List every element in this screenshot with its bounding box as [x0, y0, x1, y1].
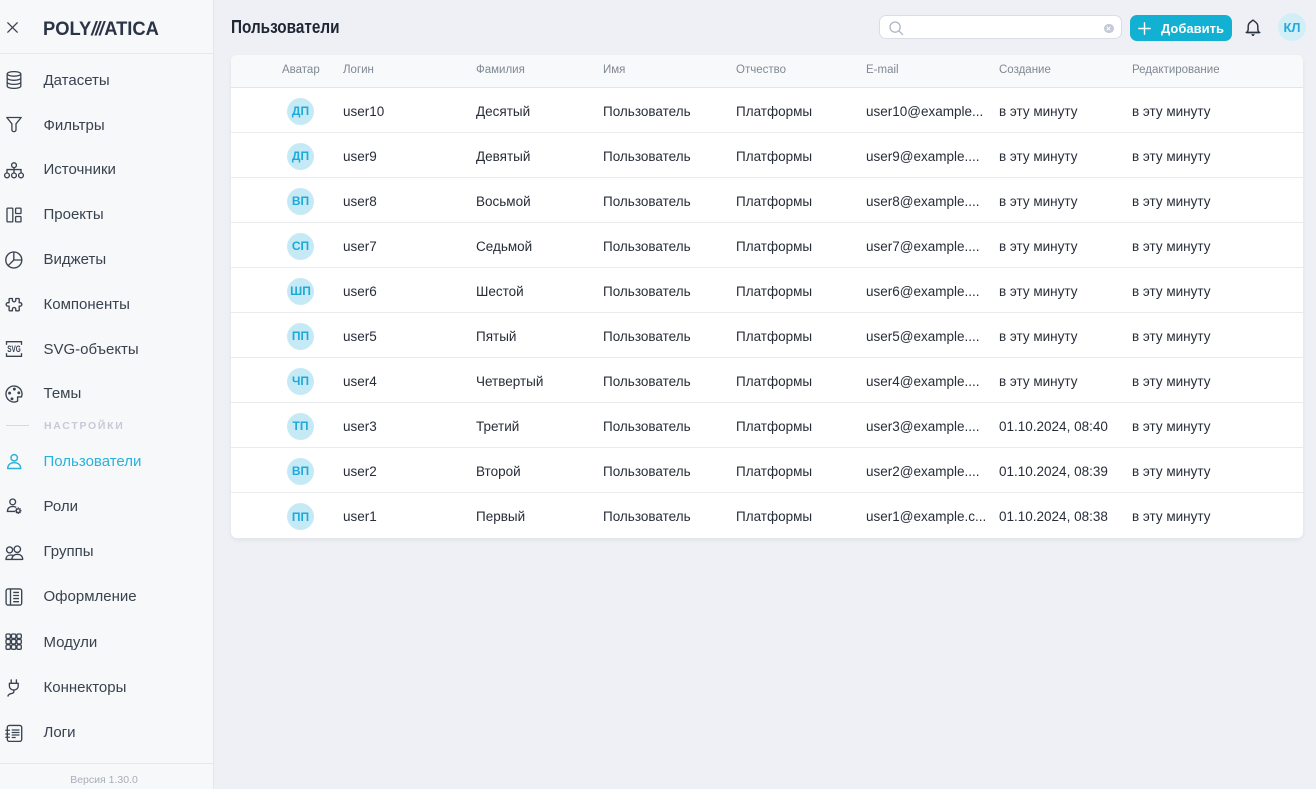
svg-text:SVG: SVG — [7, 344, 21, 354]
